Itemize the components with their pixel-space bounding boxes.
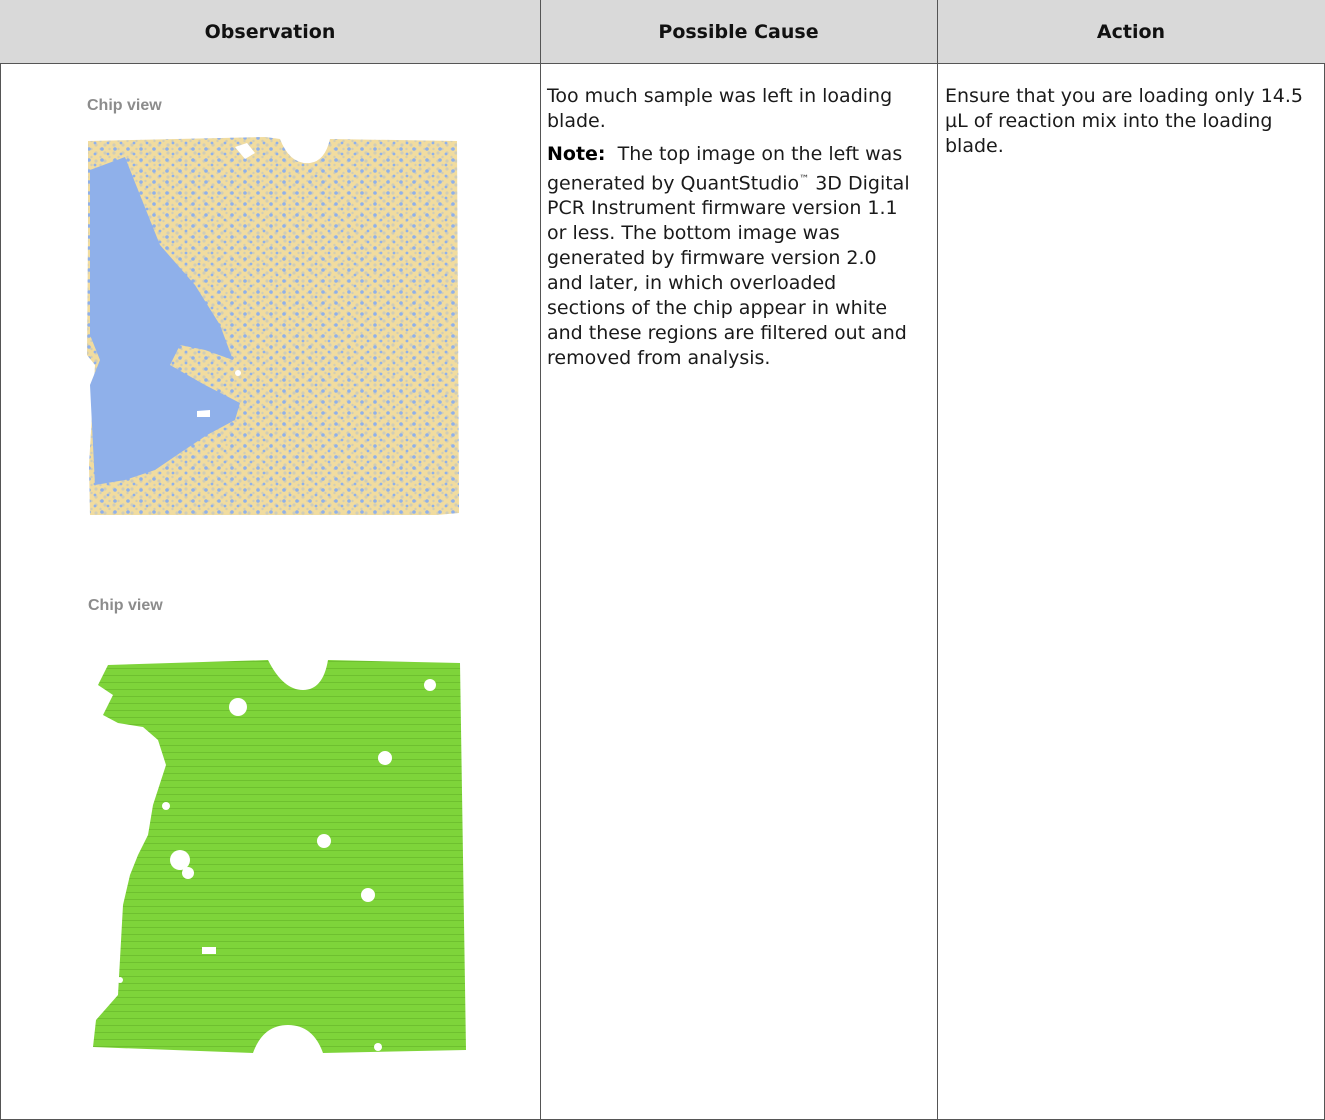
header-observation: Observation bbox=[204, 21, 336, 43]
cause-text: Too much sample was left in loading blad… bbox=[547, 85, 893, 132]
chip-view-image-top bbox=[87, 137, 459, 515]
note-text-part2: 3D Digital PCR Instrument firmware versi… bbox=[547, 172, 910, 370]
column-divider bbox=[937, 0, 938, 1120]
chip-view-image-bottom bbox=[93, 660, 466, 1053]
chip-view-label-top: Chip view bbox=[87, 97, 162, 114]
action-cell: Ensure that you are loading only 14.5 µL… bbox=[945, 84, 1315, 159]
table-header: Observation Possible Cause Action bbox=[0, 0, 1325, 64]
column-divider bbox=[540, 0, 541, 1120]
possible-cause-cell: Too much sample was left in loading blad… bbox=[547, 84, 917, 379]
trademark-symbol: ™ bbox=[799, 174, 810, 185]
note-label: Note: bbox=[547, 143, 606, 165]
header-possible-cause: Possible Cause bbox=[658, 21, 819, 43]
chip-view-label-bottom: Chip view bbox=[88, 597, 163, 614]
cause-note: Note: The top image on the left was gene… bbox=[547, 142, 917, 371]
action-text: Ensure that you are loading only 14.5 µL… bbox=[945, 85, 1304, 157]
header-action: Action bbox=[1096, 21, 1166, 43]
